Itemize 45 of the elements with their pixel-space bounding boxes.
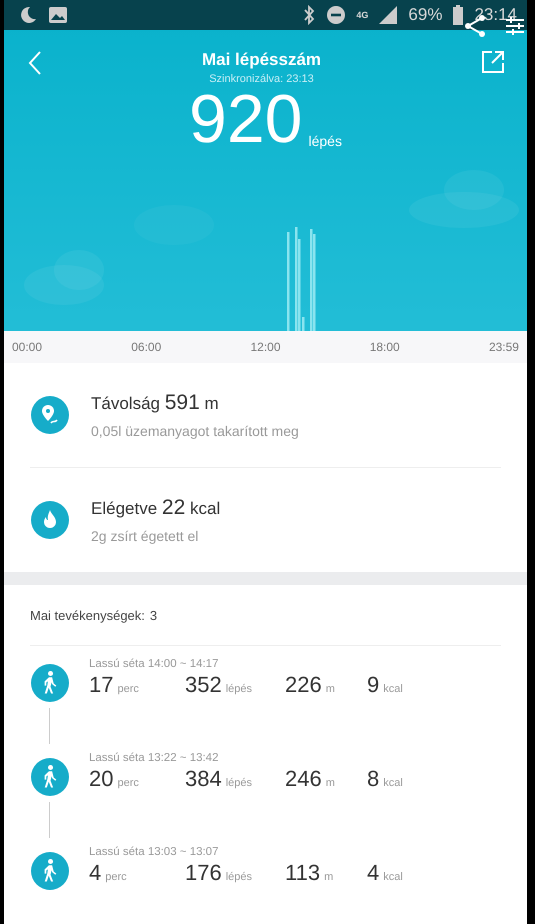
- walking-person-icon: [31, 758, 69, 796]
- activities-count: 3: [150, 608, 158, 622]
- network-type: 4G: [356, 10, 368, 20]
- image-icon: [48, 5, 68, 25]
- activity-title: Lassú séta 14:00 ~ 14:17: [89, 658, 220, 670]
- activity-metric: 113 m: [285, 860, 334, 886]
- walking-person-icon: [31, 852, 69, 890]
- stat-note: 2g zsírt égetett el: [91, 528, 200, 544]
- battery-icon: [452, 5, 464, 25]
- activity-metric: 20 perc: [89, 766, 140, 792]
- activity-metric: 176 lépés: [185, 860, 254, 886]
- step-count: 920: [189, 87, 302, 151]
- activity-metric: 226 m: [285, 672, 336, 698]
- activity-metric: 17 perc: [89, 672, 140, 698]
- stat-note: 0,05l üzemanyagot takarított meg: [91, 423, 299, 439]
- activity-metric: 8 kcal: [367, 766, 404, 792]
- signal-icon: [378, 5, 398, 25]
- sync-status: Szinkronizálva: 23:13: [209, 73, 314, 85]
- time-label: 23:59: [488, 340, 519, 354]
- activity-metric: 4 kcal: [367, 860, 404, 886]
- share-button[interactable]: [481, 50, 505, 74]
- step-unit: lépés: [308, 133, 342, 149]
- activity-metric: 246 m: [285, 766, 336, 792]
- activities-heading: Mai tevékenységek:: [30, 608, 145, 622]
- moon-icon: [18, 5, 38, 25]
- activity-metric: 9 kcal: [367, 672, 404, 698]
- activity-title: Lassú séta 13:03 ~ 13:07: [89, 846, 220, 858]
- bluetooth-icon: [302, 5, 316, 25]
- do-not-disturb-icon: [326, 5, 346, 25]
- back-button[interactable]: [28, 50, 42, 76]
- time-label: 18:00: [370, 340, 400, 354]
- activity-title: Lassú séta 13:22 ~ 13:42: [89, 752, 220, 764]
- battery-percent: 69%: [408, 5, 442, 25]
- time-label: 12:00: [250, 340, 280, 354]
- stat-value: Távolság 591 m: [91, 391, 220, 415]
- screen-title: Mai lépésszám: [202, 50, 322, 70]
- stat-value: Elégetve 22 kcal: [91, 496, 220, 520]
- time-label: 00:00: [12, 340, 42, 354]
- activity-metric: 352 lépés: [185, 672, 254, 698]
- flame-icon: [31, 501, 69, 539]
- time-label: 06:00: [131, 340, 162, 354]
- location-pin-icon: [31, 396, 69, 434]
- activity-metric: 384 lépés: [185, 766, 254, 792]
- walking-person-icon: [31, 664, 69, 702]
- activity-metric: 4 perc: [89, 860, 128, 886]
